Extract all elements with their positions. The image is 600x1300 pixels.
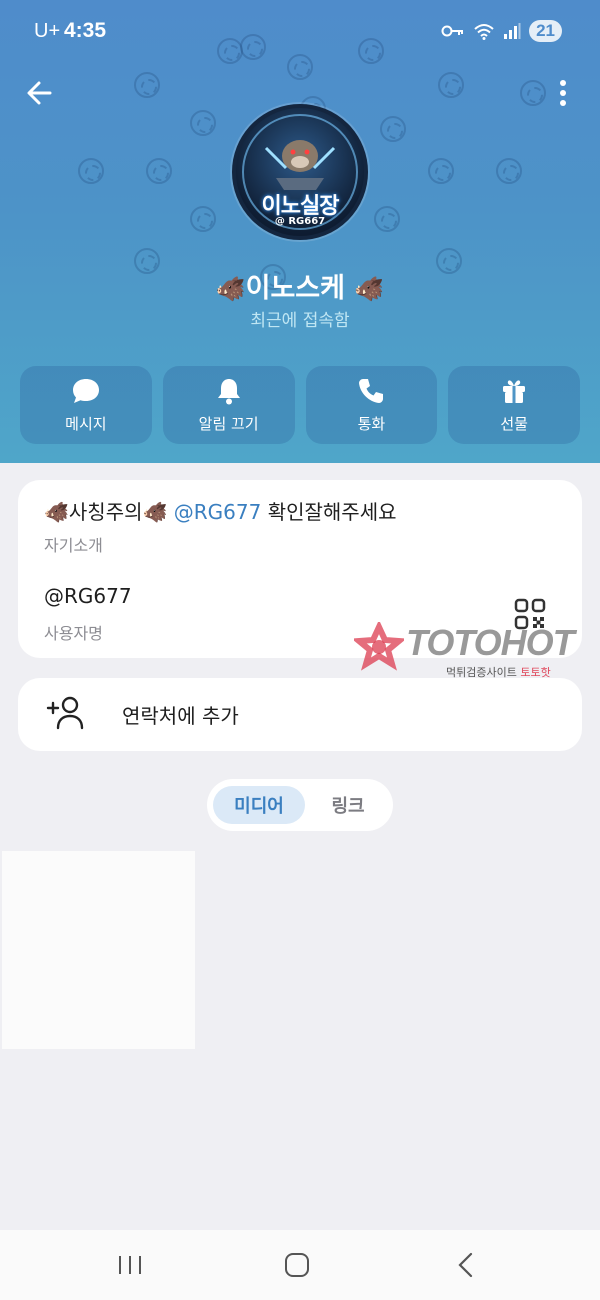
- wifi-icon: [474, 24, 494, 40]
- home-button[interactable]: [277, 1250, 317, 1280]
- battery-icon: 21: [529, 20, 562, 42]
- chevron-left-icon: [458, 1252, 473, 1278]
- bio-label: 자기소개: [44, 536, 103, 555]
- gift-button[interactable]: 선물: [448, 366, 580, 444]
- pattern-ornament: [78, 158, 104, 184]
- watermark-brand: TOTOHOT: [406, 622, 575, 663]
- system-navigation-bar: [0, 1230, 600, 1300]
- profile-name: 🐗이노스케 🐗: [0, 266, 600, 305]
- clock: 4:35: [64, 19, 107, 42]
- signal-icon: [504, 23, 521, 39]
- message-button[interactable]: 메시지: [20, 366, 152, 444]
- media-tabs: 미디어 링크: [207, 779, 393, 831]
- more-vertical-icon: [560, 80, 566, 106]
- arrow-left-icon: [27, 81, 52, 105]
- boar-emoji: 🐗: [215, 275, 246, 303]
- pattern-ornament: [380, 116, 406, 142]
- action-buttons: 메시지 알림 끄기 통화 선물: [20, 366, 580, 446]
- call-button[interactable]: 통화: [305, 366, 438, 444]
- back-nav-button[interactable]: [446, 1250, 486, 1280]
- username-label: 사용자명: [44, 624, 103, 643]
- mute-button[interactable]: 알림 끄기: [162, 366, 295, 444]
- pattern-ornament: [190, 110, 216, 136]
- bio-suffix: 확인잘해주세요: [261, 500, 397, 524]
- pattern-ornament: [438, 72, 464, 98]
- flower-logo-icon: [354, 622, 404, 671]
- carrier-label: U+: [34, 20, 61, 42]
- last-seen-status: 최근에 접속함: [250, 311, 350, 331]
- add-contact-button[interactable]: 연락처에 추가: [18, 678, 582, 751]
- message-label: 메시지: [65, 414, 107, 433]
- recents-icon: [119, 1256, 141, 1274]
- more-options-button[interactable]: [548, 78, 578, 108]
- bio-text[interactable]: 🐗사칭주의🐗 @RG677 확인잘해주세요: [44, 496, 397, 525]
- phone-icon: [359, 378, 384, 403]
- totohot-watermark: TOTOHOT 먹튀검증사이트 토토핫: [352, 620, 600, 682]
- bell-icon: [217, 378, 240, 404]
- pattern-ornament: [428, 158, 454, 184]
- message-icon: [72, 378, 99, 403]
- mute-label: 알림 끄기: [198, 414, 259, 433]
- avatar[interactable]: 이노실장 @ RG667: [232, 104, 368, 240]
- tab-links[interactable]: 링크: [307, 786, 389, 824]
- bio-prefix: 🐗사칭주의🐗: [44, 500, 174, 524]
- add-user-icon: [46, 696, 84, 730]
- boar-emoji-suffix: 🐗: [354, 275, 385, 303]
- add-contact-label: 연락처에 추가: [122, 704, 239, 728]
- status-icons: 21: [441, 20, 562, 42]
- gift-label: 선물: [500, 414, 528, 433]
- status-bar: U+ 4:35 21: [0, 0, 600, 64]
- avatar-subtitle: @ RG667: [274, 216, 326, 227]
- pattern-ornament: [134, 72, 160, 98]
- gift-icon: [503, 379, 526, 403]
- call-label: 통화: [357, 414, 386, 433]
- recents-button[interactable]: [110, 1250, 150, 1280]
- back-button[interactable]: [22, 75, 58, 111]
- pattern-ornament: [146, 158, 172, 184]
- pattern-ornament: [374, 206, 400, 232]
- pattern-ornament: [496, 158, 522, 184]
- home-icon: [285, 1253, 309, 1277]
- profile-header: U+ 4:35 21 이노실장 @ RG667 🐗이노스케 🐗 최근에 접속함 …: [0, 0, 600, 463]
- tab-media[interactable]: 미디어: [213, 786, 305, 824]
- pattern-ornament: [520, 80, 546, 106]
- media-thumbnail[interactable]: [2, 851, 195, 1049]
- pattern-ornament: [190, 206, 216, 232]
- bio-mention-link[interactable]: @RG677: [174, 500, 262, 524]
- display-name: 이노스케: [245, 273, 345, 304]
- key-icon: [441, 25, 464, 37]
- username-value[interactable]: @RG677: [44, 584, 132, 608]
